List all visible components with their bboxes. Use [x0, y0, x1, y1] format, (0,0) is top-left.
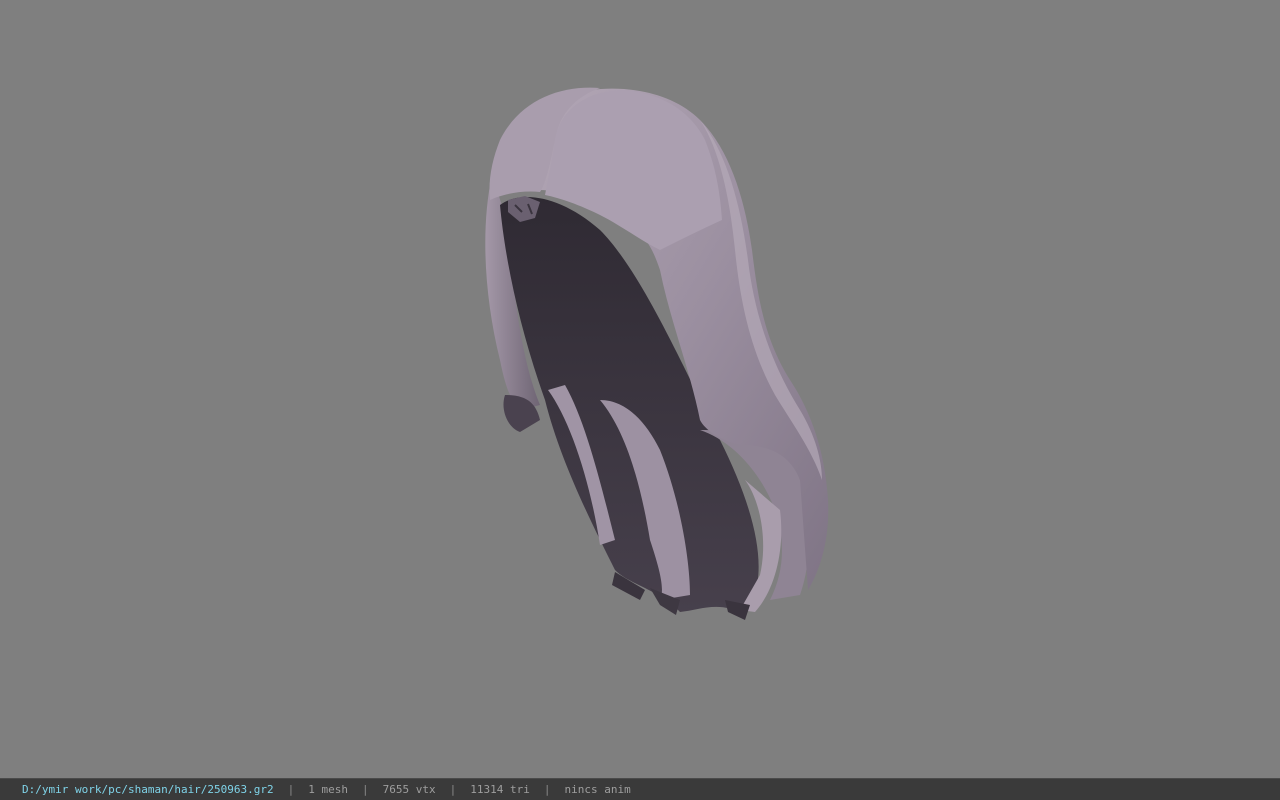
- mesh-count: 1 mesh: [308, 783, 349, 796]
- file-path: D:/ymir work/pc/shaman/hair/250963.gr2: [22, 783, 274, 796]
- anim-status: nincs anim: [564, 783, 631, 796]
- vertex-count: 7655 vtx: [382, 783, 436, 796]
- separator: |: [362, 783, 369, 796]
- hair-mesh-render: [485, 87, 829, 620]
- triangle-count: 11314 tri: [470, 783, 530, 796]
- 3d-viewport[interactable]: [0, 0, 1280, 778]
- status-bar: D:/ymir work/pc/shaman/hair/250963.gr2 |…: [0, 778, 1280, 800]
- separator: |: [543, 783, 551, 796]
- separator: |: [449, 783, 457, 796]
- separator: |: [287, 783, 295, 796]
